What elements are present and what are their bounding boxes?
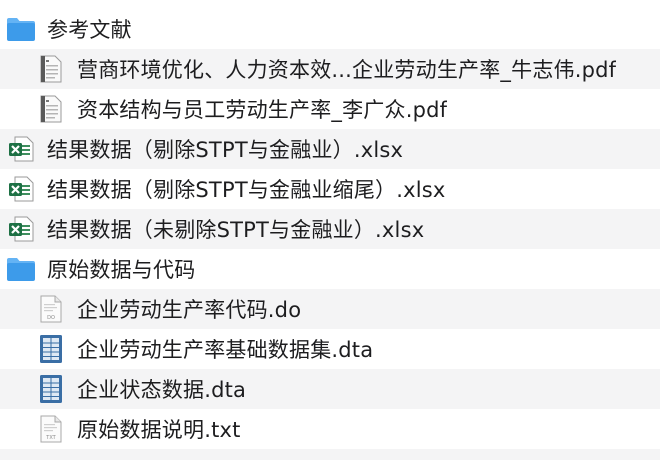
file-name: 营商环境优化、人力资本效...企业劳动生产率_牛志伟.pdf: [77, 58, 617, 82]
list-item-dta[interactable]: 企业状态数据.dta: [0, 369, 660, 409]
list-item-xlsx[interactable]: 结果数据（未剔除STPT与金融业）.xlsx: [0, 209, 660, 249]
file-name: 结果数据（未剔除STPT与金融业）.xlsx: [47, 218, 425, 242]
file-name: 企业状态数据.dta: [77, 378, 247, 402]
pdf-file-icon: [36, 93, 66, 125]
do-file-icon: DO: [36, 293, 66, 325]
folder-icon: [6, 253, 36, 285]
file-name: 参考文献: [47, 18, 132, 42]
excel-file-icon: [6, 173, 36, 205]
dta-file-icon: [36, 373, 66, 405]
list-item-folder-raw-data[interactable]: 原始数据与代码: [0, 249, 660, 289]
file-name: 结果数据（剔除STPT与金融业缩尾）.xlsx: [47, 178, 446, 202]
file-name: 企业劳动生产率基础数据集.dta: [77, 338, 374, 362]
file-name: 企业劳动生产率代码.do: [77, 298, 302, 322]
folder-icon: [6, 13, 36, 45]
list-item-dta[interactable]: 企业劳动生产率基础数据集.dta: [0, 329, 660, 369]
excel-file-icon: [6, 213, 36, 245]
file-name: 结果数据（剔除STPT与金融业）.xlsx: [47, 138, 404, 162]
txt-file-icon: TXT: [36, 413, 66, 445]
file-badge: TXT: [45, 435, 56, 441]
file-name: 资本结构与员工劳动生产率_李广众.pdf: [77, 98, 448, 122]
list-item-pdf[interactable]: 营商环境优化、人力资本效...企业劳动生产率_牛志伟.pdf: [0, 49, 660, 89]
list-item-xlsx[interactable]: 结果数据（剔除STPT与金融业）.xlsx: [0, 129, 660, 169]
file-list: 参考文献 营商环境优化、人力资本效...企业劳动生产率_牛志伟.pdf 资本结构…: [0, 0, 660, 460]
list-item-xlsx[interactable]: 结果数据（剔除STPT与金融业缩尾）.xlsx: [0, 169, 660, 209]
list-item-txt[interactable]: TXT 原始数据说明.txt: [0, 409, 660, 449]
list-item-folder-references[interactable]: 参考文献: [0, 9, 660, 49]
file-name: 原始数据说明.txt: [77, 418, 241, 442]
pdf-file-icon: [36, 53, 66, 85]
file-badge: DO: [47, 315, 55, 321]
list-row-empty: [0, 449, 660, 460]
list-item-pdf[interactable]: 资本结构与员工劳动生产率_李广众.pdf: [0, 89, 660, 129]
excel-file-icon: [6, 133, 36, 165]
list-item-do[interactable]: DO 企业劳动生产率代码.do: [0, 289, 660, 329]
file-name: 原始数据与代码: [47, 258, 196, 282]
dta-file-icon: [36, 333, 66, 365]
